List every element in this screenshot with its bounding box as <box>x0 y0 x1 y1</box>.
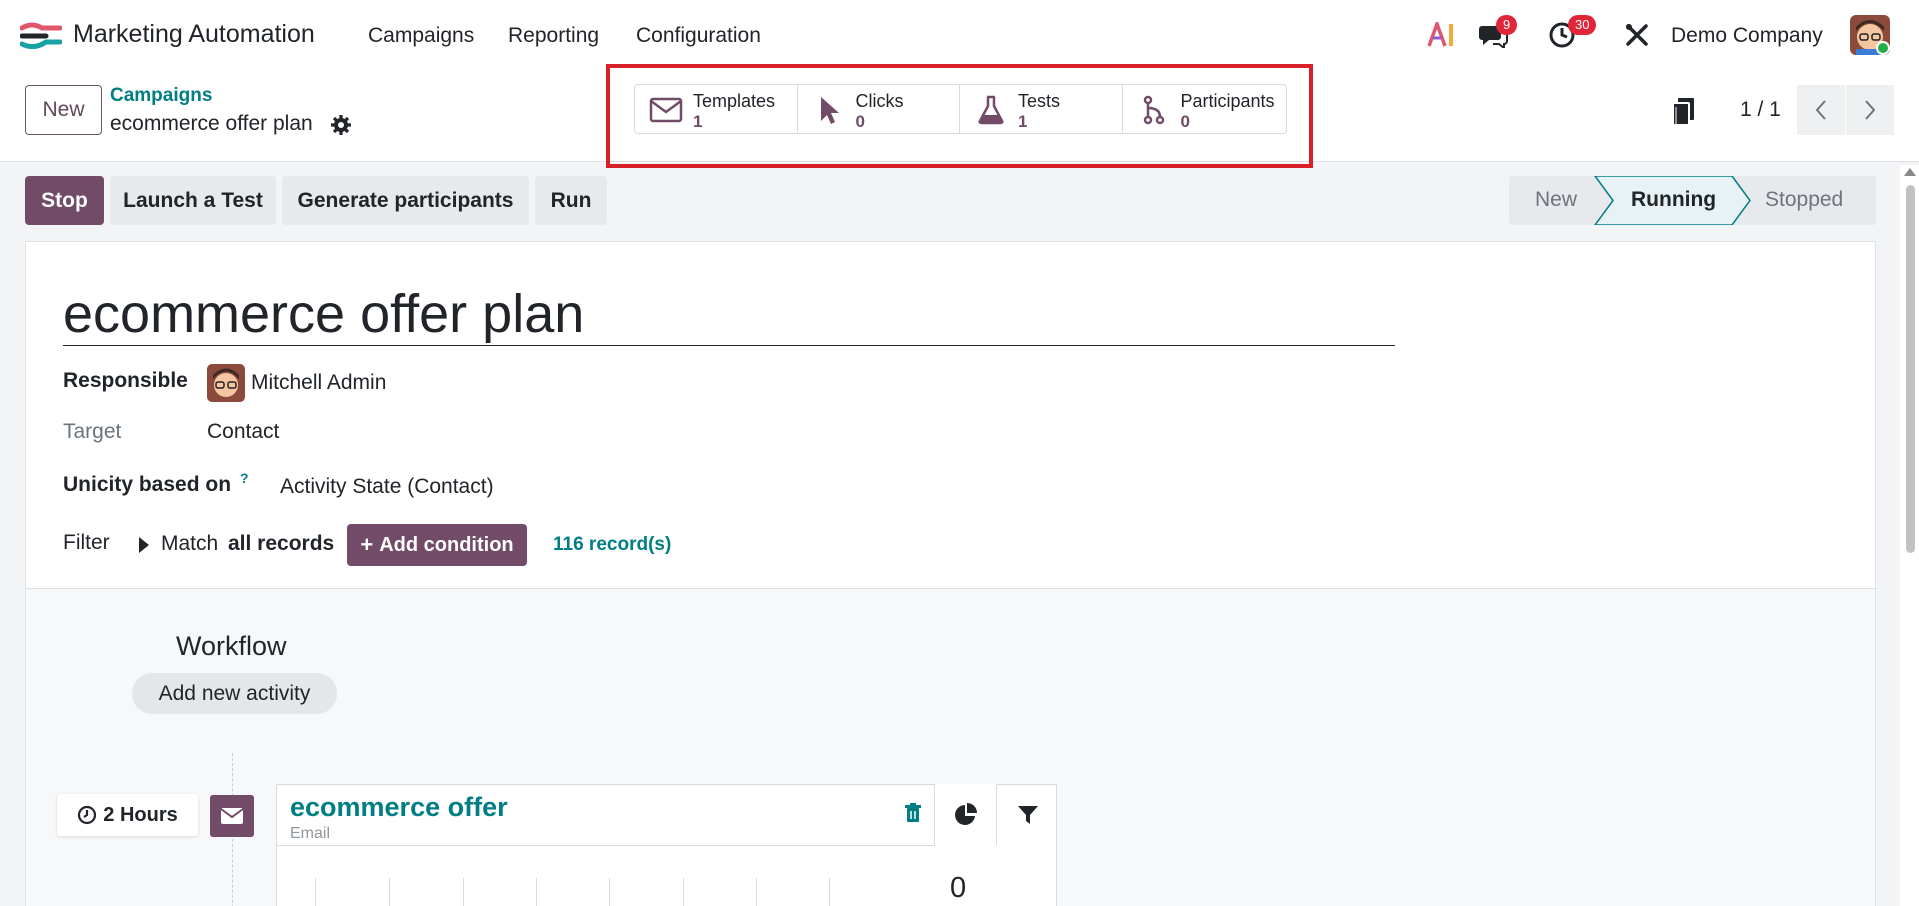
scrollbar-thumb[interactable] <box>1906 185 1915 553</box>
envelope-icon <box>649 95 683 125</box>
graph-gridline <box>315 878 316 906</box>
graph-gridline <box>756 878 757 906</box>
responsible-value[interactable]: Mitchell Admin <box>251 371 386 395</box>
activity-filter-tab[interactable] <box>996 784 1058 845</box>
pointer-icon <box>812 95 846 125</box>
stage-stopped[interactable]: Stopped <box>1765 188 1843 212</box>
new-record-button[interactable]: New <box>25 85 102 135</box>
workflow-title: Workflow <box>176 631 287 661</box>
stat-button-group: Templates 1 Clicks 0 Tests 1 Participant… <box>634 84 1287 134</box>
stage-new[interactable]: New <box>1535 188 1577 212</box>
app-logo-icon[interactable] <box>20 22 62 50</box>
stat-tests-label: Tests <box>1018 91 1061 111</box>
stat-clicks-label: Clicks <box>855 91 904 111</box>
add-condition-button[interactable]: + Add condition <box>347 524 527 566</box>
graph-gridline <box>536 878 537 906</box>
launch-test-button[interactable]: Launch a Test <box>110 176 276 225</box>
stat-participants-label: Participants <box>1180 91 1275 111</box>
breadcrumb-current-record: ecommerce offer plan <box>110 112 313 135</box>
filter-label: Filter <box>63 531 110 554</box>
scroll-up-arrow[interactable] <box>1904 168 1916 176</box>
pie-chart-icon <box>954 802 977 825</box>
flask-icon <box>974 95 1008 125</box>
stat-clicks-value: 0 <box>855 112 865 131</box>
graph-gridline <box>463 878 464 906</box>
activities-badge: 30 <box>1568 15 1597 35</box>
company-switcher[interactable]: Demo Company <box>1671 24 1823 48</box>
responsible-label: Responsible <box>63 369 188 392</box>
activity-interval-text: 2 Hours <box>103 803 178 826</box>
unicity-value[interactable]: Activity State (Contact) <box>280 475 494 499</box>
online-status-dot <box>1876 41 1890 55</box>
activity-stat-value: 0 <box>950 872 967 904</box>
pager-value[interactable]: 1 / 1 <box>1740 98 1781 122</box>
status-bar: New Running Stopped <box>1509 176 1876 225</box>
ai-icon[interactable] <box>1427 20 1457 50</box>
stop-button[interactable]: Stop <box>25 176 104 225</box>
activity-type-label: Email <box>290 825 331 842</box>
activity-card-divider <box>276 845 935 846</box>
activity-name-link[interactable]: ecommerce offer <box>290 792 508 823</box>
unicity-label: Unicity based on <box>63 473 232 496</box>
gear-icon[interactable] <box>330 114 352 136</box>
graph-gridline <box>829 878 830 906</box>
stage-running[interactable]: Running <box>1631 188 1716 212</box>
menu-campaigns[interactable]: Campaigns <box>368 24 474 48</box>
documents-icon[interactable] <box>1670 96 1698 128</box>
breadcrumb-campaigns[interactable]: Campaigns <box>110 85 212 107</box>
stat-templates-button[interactable]: Templates 1 <box>635 85 798 133</box>
generate-participants-button[interactable]: Generate participants <box>282 176 529 225</box>
pager-next-button[interactable] <box>1846 85 1894 135</box>
activity-interval-badge: 2 Hours <box>57 794 198 836</box>
stat-participants-value: 0 <box>1180 112 1190 131</box>
record-title-input[interactable]: ecommerce offer plan <box>63 285 1395 346</box>
pager-previous-button[interactable] <box>1797 85 1845 135</box>
chevron-right-icon <box>1865 100 1876 120</box>
top-navbar: Marketing Automation Campaigns Reporting… <box>0 0 1919 72</box>
activity-graph-tab[interactable] <box>934 784 996 845</box>
clock-icon <box>78 805 97 825</box>
menu-reporting[interactable]: Reporting <box>508 24 599 48</box>
stat-tests-value: 1 <box>1018 112 1028 131</box>
graph-gridline <box>389 878 390 906</box>
responsible-avatar <box>207 364 245 402</box>
run-button[interactable]: Run <box>535 176 607 225</box>
target-value: Contact <box>207 420 280 443</box>
stat-templates-label: Templates <box>693 91 776 111</box>
app-title[interactable]: Marketing Automation <box>73 20 315 49</box>
activity-email-icon <box>210 795 254 837</box>
add-condition-label: Add condition <box>379 533 514 556</box>
filter-icon <box>1017 805 1038 824</box>
debug-tools-icon[interactable] <box>1622 20 1652 50</box>
trash-icon[interactable] <box>904 803 922 823</box>
caret-right-icon[interactable] <box>139 537 149 553</box>
stat-participants-button[interactable]: Participants 0 <box>1123 85 1287 133</box>
record-count-link[interactable]: 116 record(s) <box>553 534 671 556</box>
menu-configuration[interactable]: Configuration <box>636 24 761 48</box>
plus-icon: + <box>360 532 374 557</box>
filter-match-text: Match <box>161 532 219 555</box>
stat-templates-value: 1 <box>693 112 703 131</box>
filter-scope-select[interactable]: all records <box>228 532 334 556</box>
target-label: Target <box>63 420 122 443</box>
stat-clicks-button[interactable]: Clicks 0 <box>798 85 960 133</box>
unicity-help-tooltip[interactable]: ? <box>240 470 249 486</box>
graph-gridline <box>683 878 684 906</box>
chevron-left-icon <box>1815 100 1826 120</box>
branch-icon <box>1137 95 1171 125</box>
graph-gridline <box>609 878 610 906</box>
stat-tests-button[interactable]: Tests 1 <box>960 85 1123 133</box>
add-new-activity-button[interactable]: Add new activity <box>132 673 337 714</box>
messages-badge: 9 <box>1496 15 1518 35</box>
